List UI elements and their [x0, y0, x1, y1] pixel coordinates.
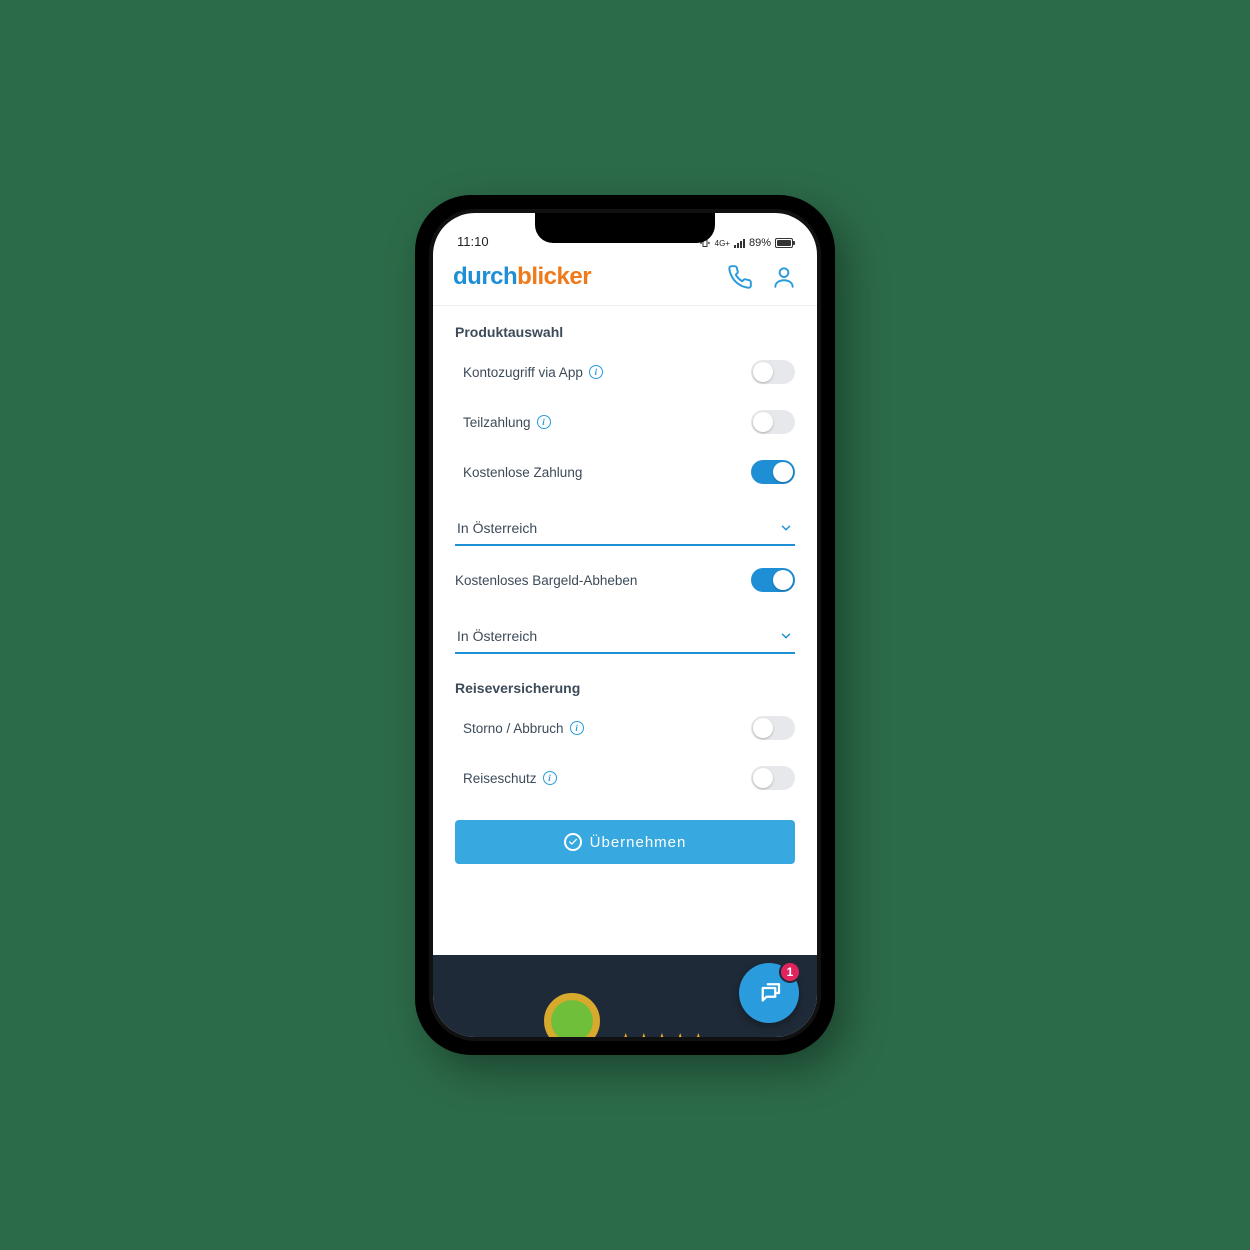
option-row-teilzahlung: Teilzahlung i [455, 400, 795, 444]
option-row-storno: Storno / Abbruch i [455, 706, 795, 750]
phone-notch [535, 213, 715, 243]
footer-bar: ★ ★ ★ ★ ★ 1 [433, 955, 817, 1037]
brand-part1: durch [453, 263, 517, 290]
toggle-bargeld-abheben[interactable] [751, 568, 795, 592]
dropdown-region-2[interactable]: In Österreich [455, 618, 795, 654]
battery-percent: 89% [749, 237, 771, 249]
option-row-reiseschutz: Reiseschutz i [455, 756, 795, 800]
option-label: Kontozugriff via App [463, 365, 583, 380]
option-row-kontozugriff: Kontozugriff via App i [455, 350, 795, 394]
app-header: durchblicker [433, 253, 817, 306]
network-type-label: 4G+ [715, 239, 730, 248]
toggle-storno[interactable] [751, 716, 795, 740]
chat-notification-badge: 1 [779, 961, 801, 983]
toggle-teilzahlung[interactable] [751, 410, 795, 434]
signal-icon [734, 238, 745, 248]
award-seal-icon [544, 993, 600, 1037]
phone-call-icon[interactable] [727, 264, 753, 290]
main-content: Produktauswahl Kontozugriff via App i Te… [433, 306, 817, 955]
battery-icon [775, 238, 793, 248]
info-icon[interactable]: i [589, 365, 603, 379]
toggle-reiseschutz[interactable] [751, 766, 795, 790]
info-icon[interactable]: i [537, 415, 551, 429]
star-icon: ★ [672, 1030, 688, 1037]
brand-logo[interactable]: durchblicker [453, 263, 591, 291]
dropdown-label: In Österreich [457, 520, 537, 536]
star-icon: ★ [636, 1030, 652, 1037]
star-icon: ★ [690, 1030, 706, 1037]
toggle-kontozugriff[interactable] [751, 360, 795, 384]
info-icon[interactable]: i [570, 721, 584, 735]
dropdown-label: In Österreich [457, 628, 537, 644]
option-label: Teilzahlung [463, 415, 531, 430]
check-circle-icon [564, 833, 582, 851]
option-label: Kostenloses Bargeld-Abheben [455, 573, 637, 588]
apply-button-label: Übernehmen [590, 834, 687, 851]
option-label: Kostenlose Zahlung [463, 465, 582, 480]
chat-fab-button[interactable]: 1 [739, 963, 799, 1023]
dropdown-region-1[interactable]: In Österreich [455, 510, 795, 546]
brand-part2: blicker [517, 263, 591, 290]
toggle-kostenlose-zahlung[interactable] [751, 460, 795, 484]
phone-frame: 11:10 4G+ 89% durchblicker [415, 195, 835, 1055]
star-icon: ★ [618, 1030, 634, 1037]
user-account-icon[interactable] [771, 264, 797, 290]
option-label: Storno / Abbruch [463, 721, 564, 736]
info-icon[interactable]: i [543, 771, 557, 785]
option-row-bargeld-abheben: Kostenloses Bargeld-Abheben [455, 558, 795, 602]
status-time: 11:10 [457, 234, 489, 249]
apply-button[interactable]: Übernehmen [455, 820, 795, 864]
rating-stars: ★ ★ ★ ★ ★ [618, 1030, 707, 1037]
chevron-down-icon [779, 521, 793, 535]
section-title-travel: Reiseversicherung [455, 680, 795, 696]
chevron-down-icon [779, 629, 793, 643]
star-icon: ★ [654, 1030, 670, 1037]
option-row-kostenlose-zahlung: Kostenlose Zahlung [455, 450, 795, 494]
option-label: Reiseschutz [463, 771, 537, 786]
section-title-product: Produktauswahl [455, 324, 795, 340]
